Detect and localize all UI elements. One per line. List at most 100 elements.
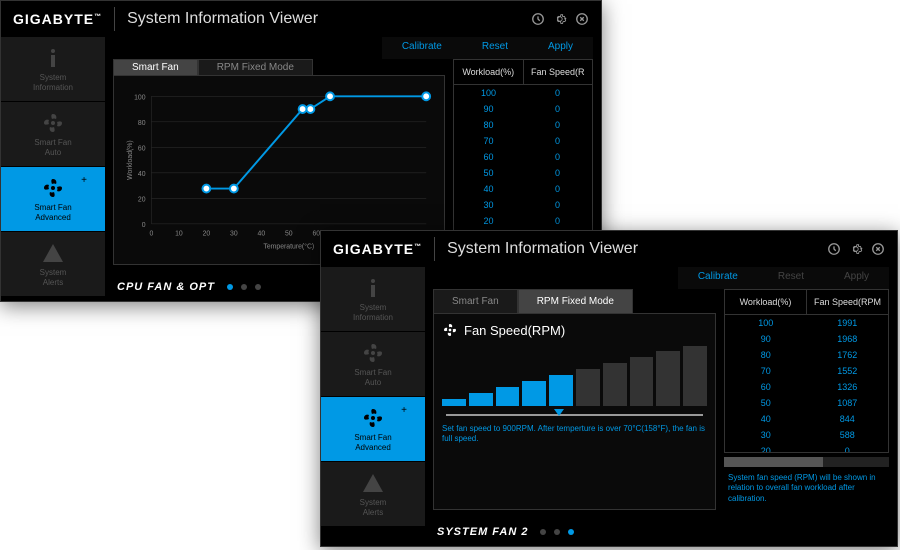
tab-rpm-fixed[interactable]: RPM Fixed Mode [198,59,313,75]
table-row: 200 [454,213,592,229]
info-icon [38,46,68,70]
sidebar-item-label: Smart Fan Auto [34,138,71,157]
page-dots [540,529,574,535]
fan-selector-label: SYSTEM FAN 2 [437,526,528,538]
tab-rpm-fixed[interactable]: RPM Fixed Mode [518,289,633,313]
y-axis-label: Workload(%) [127,141,134,181]
alert-icon [358,471,388,495]
sidebar-item-system-alerts[interactable]: System Alerts [1,232,105,296]
sidebar-item-label: System Alerts [40,268,67,287]
rpm-title: Fan Speed(RPM) [464,323,565,338]
table-cell: 588 [807,427,889,443]
horizontal-scrollbar[interactable] [724,457,889,467]
gear-icon[interactable] [849,242,863,256]
titlebar: GIGABYTE™ System Information Viewer [1,1,601,37]
update-icon[interactable] [531,12,545,26]
column-header: Fan Speed(RPM [807,290,888,314]
svg-text:20: 20 [203,231,211,238]
table-cell: 0 [523,213,592,229]
svg-text:40: 40 [258,231,266,238]
table-cell: 0 [523,197,592,213]
calibrate-button[interactable]: Calibrate [382,37,462,59]
table-row: 300 [454,197,592,213]
table-cell: 60 [454,149,523,165]
alert-icon [38,241,68,265]
page-dot[interactable] [554,529,560,535]
fan-icon [38,111,68,135]
sidebar-item-smart-fan-auto[interactable]: Smart Fan Auto [1,102,105,166]
sidebar-item-label: System Information [33,73,73,92]
page-dot[interactable] [255,284,261,290]
column-header: Workload(%) [454,60,524,84]
plus-icon: + [81,175,87,186]
table-cell: 1991 [807,315,889,331]
rpm-level-indicator[interactable] [442,346,707,406]
rpm-slider[interactable] [446,414,703,416]
sidebar-item-system-info[interactable]: System Information [1,37,105,101]
apply-button[interactable]: Apply [528,37,593,59]
svg-text:0: 0 [150,231,154,238]
table-cell: 60 [725,379,807,395]
plus-icon: + [401,405,407,416]
table-row: 901968 [725,331,888,347]
close-icon[interactable] [575,12,589,26]
fan-icon [38,176,68,200]
table-row: 500 [454,165,592,181]
table-cell: 40 [454,181,523,197]
sidebar-item-smart-fan-advanced[interactable]: + Smart Fan Advanced [321,397,425,461]
tab-smart-fan[interactable]: Smart Fan [433,289,518,313]
svg-text:50: 50 [285,231,293,238]
page-dot[interactable] [241,284,247,290]
table-row: 701552 [725,363,888,379]
update-icon[interactable] [827,242,841,256]
sidebar-item-label: System Alerts [360,498,387,517]
table-row: 200 [725,443,888,453]
svg-text:100: 100 [134,94,146,101]
table-cell: 100 [725,315,807,331]
reset-button[interactable]: Reset [462,37,528,59]
sidebar-item-smart-fan-advanced[interactable]: + Smart Fan Advanced [1,167,105,231]
sidebar-item-smart-fan-auto[interactable]: Smart Fan Auto [321,332,425,396]
apply-button[interactable]: Apply [824,267,889,289]
page-dot[interactable] [568,529,574,535]
svg-text:80: 80 [138,120,146,127]
svg-text:0: 0 [142,222,146,229]
table-cell: 1762 [807,347,889,363]
close-icon[interactable] [871,242,885,256]
fan-icon [358,406,388,430]
calibrate-button[interactable]: Calibrate [678,267,758,289]
app-title: System Information Viewer [127,10,531,28]
gear-icon[interactable] [553,12,567,26]
sidebar-item-system-info[interactable]: System Information [321,267,425,331]
table-cell: 70 [725,363,807,379]
separator [114,7,115,31]
x-axis-label: Temperature(°C) [263,243,314,251]
table-cell: 40 [725,411,807,427]
table-row: 400 [454,181,592,197]
table-row: 40844 [725,411,888,427]
table-cell: 30 [725,427,807,443]
rpm-hint: Set fan speed to 900RPM. After tempertur… [442,424,707,445]
page-dot[interactable] [540,529,546,535]
column-header: Workload(%) [725,290,807,314]
sidebar-item-system-alerts[interactable]: System Alerts [321,462,425,526]
reset-button[interactable]: Reset [758,267,824,289]
titlebar: GIGABYTE™ System Information Viewer [321,231,897,267]
table-cell: 0 [523,117,592,133]
table-row: 801762 [725,347,888,363]
sidebar-item-label: Smart Fan Advanced [34,203,71,222]
table-cell: 90 [454,101,523,117]
table-cell: 80 [725,347,807,363]
fan-icon [358,341,388,365]
table-cell: 80 [454,117,523,133]
table-cell: 50 [725,395,807,411]
table-row: 800 [454,117,592,133]
table-cell: 0 [523,101,592,117]
table-row: 1001991 [725,315,888,331]
tab-smart-fan[interactable]: Smart Fan [113,59,198,75]
sidebar: System Information Smart Fan Auto + Smar… [1,37,105,301]
table-cell: 0 [523,181,592,197]
fan-icon [442,322,458,338]
page-dot[interactable] [227,284,233,290]
sidebar-item-label: Smart Fan Advanced [354,433,391,452]
